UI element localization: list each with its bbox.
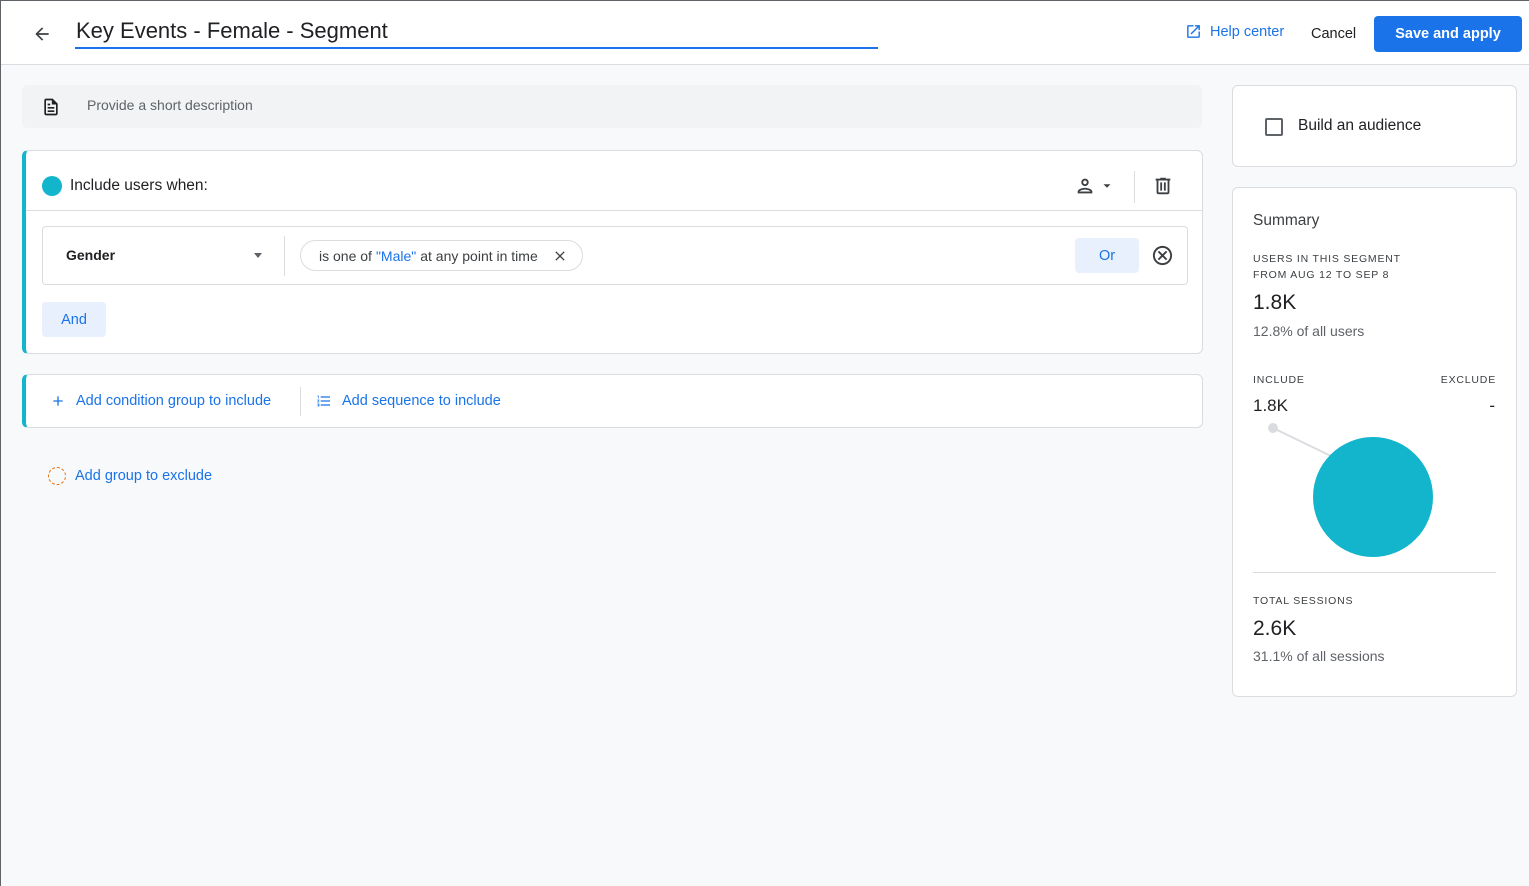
chevron-down-icon [254, 253, 262, 258]
include-indicator-dot [42, 176, 62, 196]
build-audience-card: Build an audience [1232, 85, 1517, 167]
and-button[interactable]: And [42, 302, 106, 337]
exclude-dashed-circle-icon [48, 467, 66, 485]
caret-down-icon [1103, 184, 1111, 188]
person-icon [1077, 178, 1093, 194]
sessions-percentage: 31.1% of all sessions [1253, 648, 1385, 664]
add-sequence-label: Add sequence to include [342, 393, 501, 409]
add-actions-divider [300, 387, 301, 416]
total-sessions-label: TOTAL SESSIONS [1253, 595, 1354, 607]
plus-icon [53, 396, 63, 406]
users-percentage: 12.8% of all users [1253, 323, 1365, 339]
exclude-label: EXCLUDE [1440, 374, 1496, 386]
add-condition-group-label: Add condition group to include [76, 393, 272, 409]
add-sequence-button[interactable]: Add sequence to include [316, 393, 501, 409]
total-sessions-value: 2.6K [1253, 617, 1297, 640]
description-placeholder: Provide a short description [87, 97, 253, 113]
description-field[interactable]: Provide a short description [22, 85, 1202, 128]
condition-suffix: at any point in time [420, 247, 538, 264]
condition-chip[interactable]: is one of "Male" at any point in time [300, 240, 583, 271]
pie-leader-line [1272, 427, 1332, 457]
dimension-label: Gender [66, 247, 116, 263]
include-label: INCLUDE [1253, 374, 1305, 386]
add-group-to-exclude-label: Add group to exclude [75, 468, 213, 484]
cancel-button[interactable]: Cancel [1298, 17, 1369, 51]
delete-group-button[interactable] [1152, 175, 1174, 202]
summary-card: Summary USERS IN THIS SEGMENT FROM AUG 1… [1232, 187, 1517, 697]
include-group-title: Include users when: [70, 177, 208, 194]
include-value: 1.8K [1253, 396, 1288, 415]
help-center-label: Help center [1210, 23, 1285, 40]
pie-leader-dot [1268, 423, 1278, 433]
add-condition-group-button[interactable]: Add condition group to include [50, 393, 271, 409]
dimension-select[interactable]: Gender [43, 227, 283, 284]
help-center-link[interactable]: Help center [1185, 23, 1284, 40]
users-heading-line2: FROM AUG 12 TO SEP 8 [1253, 269, 1390, 281]
condition-divider [284, 236, 285, 276]
window-border-left [0, 0, 1, 886]
add-group-to-exclude-button[interactable]: Add group to exclude [48, 467, 212, 485]
segment-builder-header: Help center Cancel Save and apply [1, 1, 1529, 65]
condition-value: "Male" [375, 247, 417, 264]
trash-icon [1155, 177, 1171, 195]
document-icon [44, 98, 58, 116]
segment-name-input[interactable] [75, 15, 878, 49]
condition-row: Gender is one of "Male" at any point in … [42, 226, 1188, 285]
cancel-circle-icon [1152, 245, 1173, 266]
back-button[interactable] [27, 19, 57, 49]
list-icon [317, 395, 330, 407]
pie-slice-include [1313, 437, 1433, 557]
condition-prefix: is one of [319, 247, 372, 264]
condition-scope-dropdown[interactable] [1074, 175, 1114, 197]
build-audience-label: Build an audience [1298, 117, 1422, 134]
summary-divider [1253, 572, 1496, 573]
include-condition-group: Include users when: Gender is one of "Ma… [22, 150, 1203, 354]
include-exclude-pie-chart [1268, 423, 1433, 557]
header-divider [1134, 171, 1135, 203]
summary-title: Summary [1253, 212, 1320, 229]
exclude-value: - [1489, 396, 1495, 415]
or-button[interactable]: Or [1075, 238, 1139, 273]
save-and-apply-button[interactable]: Save and apply [1374, 16, 1522, 52]
users-heading-line1: USERS IN THIS SEGMENT [1253, 253, 1401, 265]
build-audience-checkbox[interactable] [1265, 118, 1283, 136]
include-group-header: Include users when: [26, 151, 1202, 211]
arrow-back-icon [35, 27, 49, 41]
users-in-segment-value: 1.8K [1253, 291, 1297, 314]
remove-condition-chip-button[interactable] [552, 248, 568, 264]
add-include-actions: Add condition group to include Add seque… [22, 374, 1203, 428]
open-in-new-icon [1187, 25, 1200, 38]
remove-condition-button[interactable] [1151, 244, 1174, 272]
close-icon [555, 250, 565, 261]
